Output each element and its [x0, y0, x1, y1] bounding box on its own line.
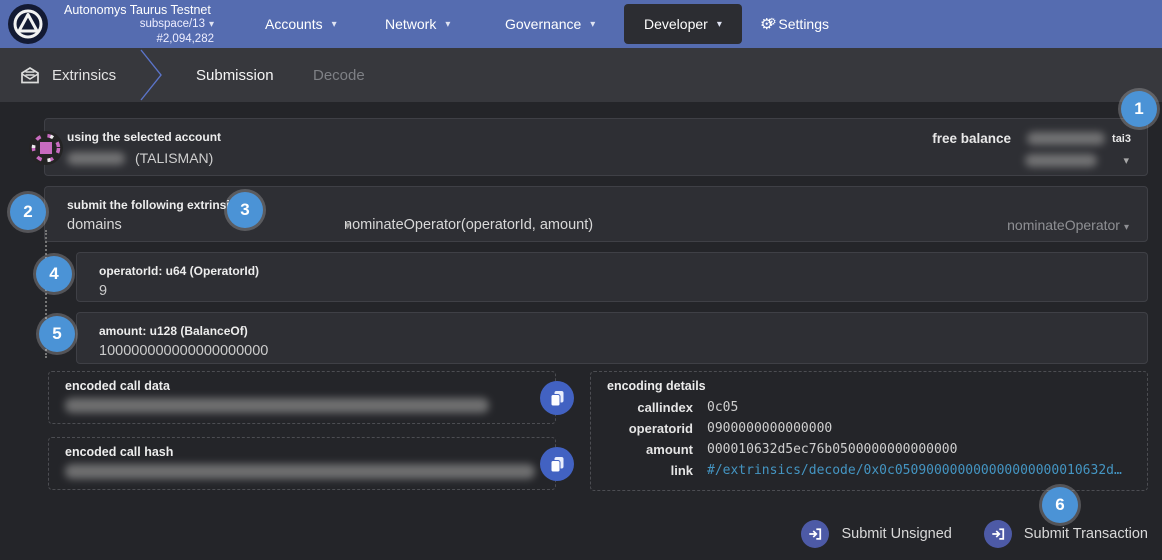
- sign-in-icon: [801, 520, 829, 548]
- autonomys-logo[interactable]: [8, 4, 48, 44]
- menu-network[interactable]: Network▾: [385, 0, 450, 48]
- operatorid-value: 0900000000000000: [707, 421, 1122, 436]
- chevron-down-icon: ▾: [590, 19, 595, 30]
- section-title: Extrinsics: [52, 67, 116, 84]
- chevron-down-icon: ▾: [209, 19, 214, 30]
- encoded-call-hash-redacted: [65, 464, 535, 479]
- account-identicon[interactable]: [29, 131, 63, 165]
- account-source-suffix: (TALISMAN): [135, 150, 213, 166]
- link-label: link: [607, 463, 693, 478]
- decode-link[interactable]: #/extrinsics/decode/0x0c0509000000000000…: [707, 463, 1122, 478]
- free-balance-label: free balance: [932, 131, 1011, 146]
- chevron-down-icon: ▾: [332, 19, 337, 30]
- annotation-step-1: 1: [1121, 91, 1157, 127]
- extrinsic-select-box: submit the following extrinsic domains ▾…: [44, 186, 1148, 242]
- top-navigation-bar: Autonomys Taurus Testnet subspace/13▾ #2…: [0, 0, 1162, 48]
- page-tab-bar: Extrinsics Submission Decode: [0, 48, 1162, 102]
- tab-divider-chevron: [138, 48, 166, 107]
- menu-settings[interactable]: ⚙⚙Settings: [760, 0, 829, 48]
- menu-governance[interactable]: Governance▾: [505, 0, 595, 48]
- menu-developer-active[interactable]: Developer▾: [624, 4, 742, 44]
- chain-selector[interactable]: subspace/13▾: [64, 17, 214, 32]
- callindex-value: 0c05: [707, 400, 1122, 415]
- extrinsics-section: Extrinsics: [20, 48, 116, 102]
- account-select-label: using the selected account: [67, 130, 221, 144]
- copy-call-data-button[interactable]: [540, 381, 574, 415]
- param-operatorid-label: operatorId: u64 (OperatorId): [99, 264, 259, 278]
- account-dropdown-caret[interactable]: ▾: [1123, 154, 1129, 167]
- encoded-call-hash-label: encoded call hash: [65, 445, 173, 459]
- chevron-down-icon: ▾: [717, 19, 722, 30]
- param-amount-label: amount: u128 (BalanceOf): [99, 324, 248, 338]
- encoding-details-title: encoding details: [607, 379, 706, 393]
- method-select[interactable]: nominateOperator▾: [1007, 217, 1129, 233]
- copy-icon: [550, 456, 565, 473]
- free-balance-value-redacted: [1027, 132, 1105, 145]
- gear-icon: ⚙⚙: [760, 15, 770, 33]
- menu-accounts[interactable]: Accounts▾: [265, 0, 337, 48]
- annotation-step-5: 5: [39, 316, 75, 352]
- chevron-down-icon: ▾: [445, 19, 450, 30]
- submit-transaction-button[interactable]: Submit Transaction: [984, 520, 1148, 548]
- annotation-step-4: 4: [36, 256, 72, 292]
- param-operatorid-input[interactable]: 9: [99, 283, 107, 299]
- copy-icon: [550, 390, 565, 407]
- operatorid-label: operatorid: [607, 421, 693, 436]
- secondary-balance-redacted: [1025, 154, 1097, 167]
- chevron-down-icon: ▾: [1124, 222, 1129, 233]
- account-name-redacted: [67, 152, 125, 165]
- amount-value: 000010632d5ec76b0500000000000000: [707, 442, 1122, 457]
- encoded-call-data-box: encoded call data: [48, 371, 556, 424]
- param-operatorid-box: operatorId: u64 (OperatorId) 9: [76, 252, 1148, 302]
- callindex-label: callindex: [607, 400, 693, 415]
- tab-decode[interactable]: Decode: [313, 48, 365, 102]
- account-select-box: using the selected account (TALISMAN) fr…: [44, 118, 1148, 176]
- copy-call-hash-button[interactable]: [540, 447, 574, 481]
- annotation-step-3: 3: [227, 192, 263, 228]
- pallet-select[interactable]: domains: [67, 217, 122, 233]
- actions-row: Submit Unsigned Submit Transaction: [801, 520, 1148, 548]
- encoded-call-data-label: encoded call data: [65, 379, 170, 393]
- balance-unit: tai3: [1112, 133, 1131, 145]
- encoding-details-box: encoding details callindex 0c05 operator…: [590, 371, 1148, 491]
- sign-in-icon: [984, 520, 1012, 548]
- annotation-step-6: 6: [1042, 487, 1078, 523]
- param-amount-input[interactable]: 100000000000000000000: [99, 343, 268, 359]
- amount-label: amount: [607, 442, 693, 457]
- submit-unsigned-button[interactable]: Submit Unsigned: [801, 520, 951, 548]
- best-block-number[interactable]: #2,094,282: [64, 32, 214, 46]
- call-signature: nominateOperator(operatorId, amount): [344, 217, 593, 233]
- extrinsic-select-label: submit the following extrinsic: [67, 198, 236, 212]
- encoded-call-data-redacted: [65, 398, 489, 413]
- envelope-open-icon: [20, 67, 40, 84]
- encoded-call-hash-box: encoded call hash: [48, 437, 556, 490]
- tab-submission[interactable]: Submission: [196, 48, 274, 102]
- annotation-step-2: 2: [10, 194, 46, 230]
- network-name: Autonomys Taurus Testnet: [64, 3, 214, 17]
- param-amount-box: amount: u128 (BalanceOf) 100000000000000…: [76, 312, 1148, 364]
